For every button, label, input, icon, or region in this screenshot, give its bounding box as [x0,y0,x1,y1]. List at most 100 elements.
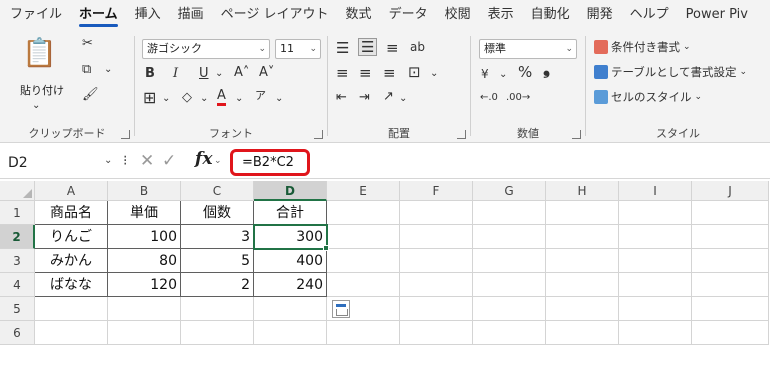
column-header-a[interactable]: A [35,181,108,201]
decrease-decimal-icon[interactable]: .00→ [506,90,530,106]
cell-c1[interactable]: 個数 [181,201,254,225]
cell-j2[interactable] [692,225,769,249]
cell-j3[interactable] [692,249,769,273]
font-color-icon[interactable]: A [217,89,226,106]
ribbon-tab[interactable]: 描画 [178,0,204,30]
cell-i6[interactable] [619,321,692,345]
currency-dropdown-icon[interactable]: ⌄ [499,67,507,83]
decrease-font-size-icon[interactable]: A˅ [259,65,274,81]
cancel-icon[interactable]: ✕ [140,151,154,171]
cell-d5[interactable] [254,297,327,321]
cell-g1[interactable] [473,201,546,225]
cell-f6[interactable] [400,321,473,345]
ribbon-tab[interactable]: 挿入 [135,0,161,30]
underline-button[interactable]: U [199,66,209,82]
cell-c5[interactable] [181,297,254,321]
cell-e1[interactable] [327,201,400,225]
cell-styles-button[interactable]: セルのスタイル ⌄ [594,89,702,105]
font-size-select[interactable]: 11 ⌄ [275,39,321,59]
column-header-h[interactable]: H [546,181,619,201]
ribbon-tab[interactable]: 校閲 [445,0,471,30]
cell-e4[interactable] [327,273,400,297]
number-launcher-icon[interactable] [572,130,581,139]
cell-j4[interactable] [692,273,769,297]
merge-dropdown-icon[interactable]: ⌄ [430,66,438,82]
percent-button[interactable]: % [518,64,532,80]
fill-color-dropdown-icon[interactable]: ⌄ [200,91,208,107]
cell-g3[interactable] [473,249,546,273]
cell-a2[interactable]: りんご [35,225,108,249]
increase-decimal-icon[interactable]: ←.0 [480,90,498,106]
cell-f1[interactable] [400,201,473,225]
cell-d2[interactable]: 300 [254,225,327,249]
cell-c6[interactable] [181,321,254,345]
cell-a1[interactable]: 商品名 [35,201,108,225]
cell-j5[interactable] [692,297,769,321]
align-right-icon[interactable]: ≡ [383,65,396,81]
column-header-e[interactable]: E [327,181,400,201]
cut-icon[interactable]: ✂ [82,36,93,52]
cell-b3[interactable]: 80 [108,249,181,273]
cell-h4[interactable] [546,273,619,297]
cell-a5[interactable] [35,297,108,321]
paste-icon[interactable]: 📋 [22,38,57,68]
currency-icon[interactable]: ¥ [481,66,489,82]
ribbon-tab[interactable]: ページ レイアウト [221,0,329,30]
cell-i2[interactable] [619,225,692,249]
cell-f2[interactable] [400,225,473,249]
italic-button[interactable]: I [173,66,178,82]
cell-h1[interactable] [546,201,619,225]
bold-button[interactable]: B [145,66,155,82]
row-header-6[interactable]: 6 [0,321,35,345]
phonetic-guide-icon[interactable]: ア [255,88,266,104]
cell-a4[interactable]: ばなな [35,273,108,297]
cell-i1[interactable] [619,201,692,225]
orientation-dropdown-icon[interactable]: ⌄ [399,91,407,107]
copy-dropdown-icon[interactable]: ⌄ [104,62,112,78]
cell-g4[interactable] [473,273,546,297]
increase-indent-icon[interactable]: ⇥ [359,90,370,106]
ribbon-tab[interactable]: 開発 [587,0,613,30]
text-direction-icon[interactable]: ab [410,39,425,55]
ribbon-tab[interactable]: 自動化 [531,0,570,30]
cell-b5[interactable] [108,297,181,321]
row-header-1[interactable]: 1 [0,201,35,225]
copy-icon[interactable]: ⧉ [82,62,91,78]
align-top-icon[interactable]: ☰ [336,40,349,56]
font-color-dropdown-icon[interactable]: ⌄ [235,91,243,107]
cell-h6[interactable] [546,321,619,345]
ribbon-tab[interactable]: Power Piv [686,0,748,30]
fill-color-icon[interactable]: ◇ [182,90,192,106]
cell-b2[interactable]: 100 [108,225,181,249]
paste-dropdown-icon[interactable]: ⌄ [32,98,40,114]
cell-f3[interactable] [400,249,473,273]
ribbon-tab[interactable]: 表示 [488,0,514,30]
align-left-icon[interactable]: ≡ [336,65,349,81]
quick-analysis-icon[interactable] [332,300,350,318]
cell-e6[interactable] [327,321,400,345]
cell-d1[interactable]: 合計 [254,201,327,225]
cell-b1[interactable]: 単価 [108,201,181,225]
cell-g2[interactable] [473,225,546,249]
comma-button[interactable]: ❟ [543,60,550,78]
enter-icon[interactable]: ✓ [162,151,176,171]
row-header-5[interactable]: 5 [0,297,35,321]
ribbon-tab[interactable]: ホーム [79,0,118,30]
row-header-3[interactable]: 3 [0,249,35,273]
insert-function-button[interactable]: fx [195,149,212,169]
alignment-launcher-icon[interactable] [457,130,466,139]
cell-j1[interactable] [692,201,769,225]
column-header-f[interactable]: F [400,181,473,201]
font-name-select[interactable]: 游ゴシック ⌄ [142,39,270,59]
cell-i3[interactable] [619,249,692,273]
cell-a6[interactable] [35,321,108,345]
column-header-i[interactable]: I [619,181,692,201]
cell-d3[interactable]: 400 [254,249,327,273]
column-header-j[interactable]: J [692,181,769,201]
cell-e2[interactable] [327,225,400,249]
row-header-2[interactable]: 2 [0,225,35,249]
cell-i5[interactable] [619,297,692,321]
cell-b4[interactable]: 120 [108,273,181,297]
function-dropdown-icon[interactable]: ⌄ [214,156,222,166]
cell-c2[interactable]: 3 [181,225,254,249]
